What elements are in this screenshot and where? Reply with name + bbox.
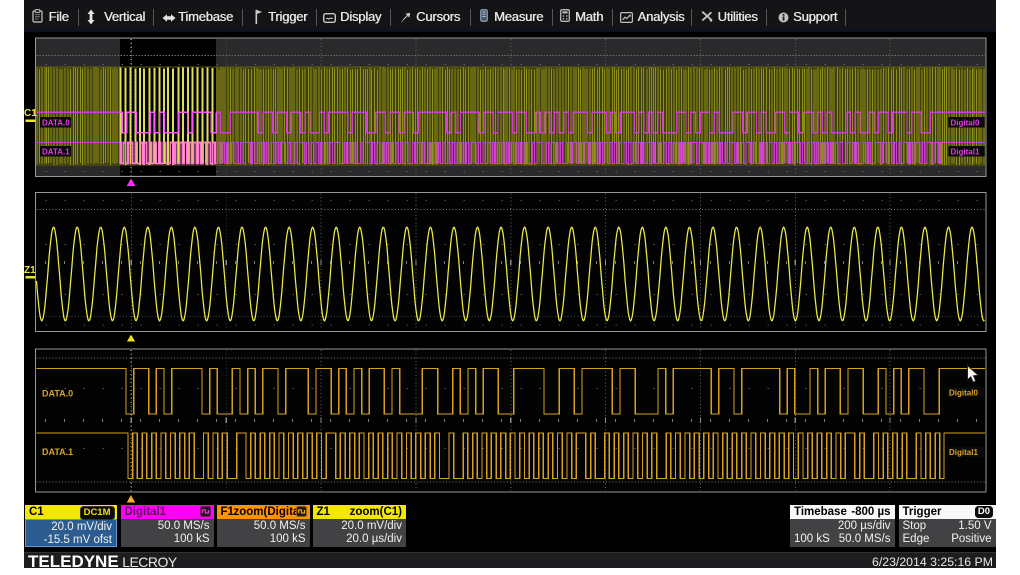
svg-text:DATA.0: DATA.0 [42, 389, 73, 399]
svg-text:Digital1: Digital1 [949, 448, 978, 457]
svg-text:DATA.1: DATA.1 [42, 447, 73, 457]
svg-text:C1: C1 [24, 108, 37, 119]
svg-text:Digital1: Digital1 [951, 147, 980, 156]
svg-text:DATA.0: DATA.0 [42, 118, 70, 127]
svg-text:Digital0: Digital0 [949, 388, 978, 397]
svg-text:Digital0: Digital0 [951, 118, 980, 127]
svg-text:Z1: Z1 [24, 265, 36, 276]
svg-text:DATA.1: DATA.1 [42, 147, 70, 156]
